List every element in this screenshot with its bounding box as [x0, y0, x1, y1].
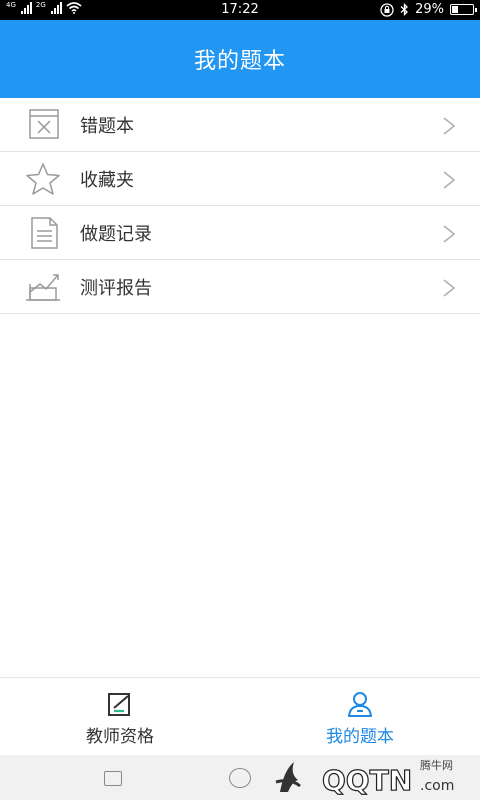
chevron-right-icon [443, 117, 456, 135]
tab-label: 教师资格 [86, 727, 154, 747]
menu-item-wrong-questions[interactable]: 错题本 [0, 98, 480, 152]
header: 我的题本 [0, 20, 480, 98]
star-icon [26, 163, 60, 195]
chevron-right-icon [443, 171, 456, 189]
watermark-text: QQTN [322, 764, 412, 797]
user-icon [348, 692, 372, 717]
lock-rotation-icon [380, 2, 394, 17]
menu-label: 测评报告 [80, 277, 152, 299]
menu-item-practice-records[interactable]: 做题记录 [0, 206, 480, 260]
menu-item-favorites[interactable]: 收藏夹 [0, 152, 480, 206]
battery-icon [450, 4, 477, 15]
recents-button[interactable] [104, 771, 122, 786]
menu-label: 做题记录 [80, 223, 152, 245]
battery-fill [452, 6, 458, 13]
bluetooth-icon [400, 3, 409, 16]
edit-icon [108, 693, 130, 716]
menu-item-evaluation-report[interactable]: 测评报告 [0, 260, 480, 314]
home-button[interactable] [229, 768, 251, 788]
chevron-right-icon [443, 279, 456, 297]
tab-label: 我的题本 [326, 727, 394, 747]
document-icon [31, 217, 58, 249]
status-bar: 4G 2G 17:22 29% [0, 0, 480, 20]
menu-label: 错题本 [80, 115, 134, 137]
watermark-suffix: .com [420, 778, 454, 794]
menu-label: 收藏夹 [80, 169, 134, 191]
bottom-tab-bar: 教师资格 我的题本 [0, 677, 480, 755]
tab-teacher-qualification[interactable]: 教师资格 [0, 678, 240, 756]
watermark-small-text: 腾牛网 [420, 759, 453, 772]
menu-list: 错题本 收藏夹 做题记录 测评报告 [0, 98, 480, 314]
battery-percent: 29% [415, 2, 444, 17]
page-title: 我的题本 [193, 49, 286, 74]
chart-icon [26, 274, 60, 301]
chevron-right-icon [443, 225, 456, 243]
status-right: 29% [380, 2, 477, 17]
tab-my-question-book[interactable]: 我的题本 [240, 678, 480, 756]
wrong-questions-icon [29, 109, 59, 139]
